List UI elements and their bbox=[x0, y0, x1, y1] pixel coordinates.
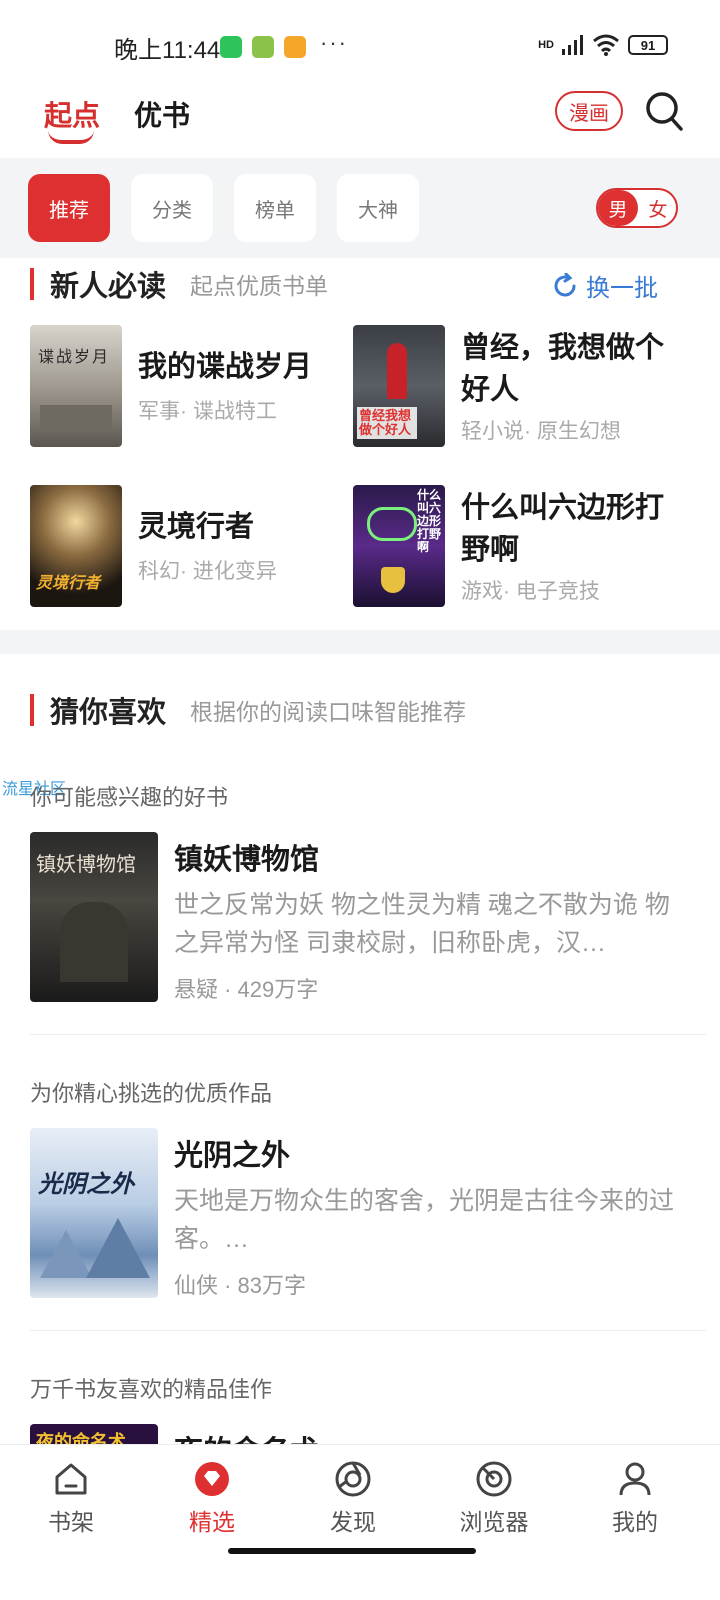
tab-qidian[interactable]: 起点 bbox=[44, 94, 100, 134]
browser-icon bbox=[476, 1461, 512, 1497]
book-meta: 悬疑 · 429万字 bbox=[174, 977, 319, 1002]
list-divider bbox=[30, 1330, 706, 1331]
home-indicator[interactable] bbox=[228, 1548, 476, 1554]
section-accent-bar bbox=[30, 268, 34, 300]
gender-toggle[interactable]: 男 女 bbox=[596, 188, 678, 228]
book-cover: 谍战岁月 bbox=[30, 325, 122, 447]
network-type-label: HD bbox=[538, 39, 554, 51]
book-title: 灵境行者 bbox=[138, 511, 255, 543]
book-meta: 科幻· 进化变异 bbox=[138, 560, 277, 583]
nav-label: 书架 bbox=[48, 1509, 94, 1535]
cover-title-art: 光阴之外 bbox=[38, 1171, 134, 1198]
bottom-nav: 书架 精选 发现 浏览器 我的 bbox=[0, 1444, 720, 1600]
guess-header: 猜你喜欢 根据你的阅读口味智能推荐 bbox=[30, 690, 466, 730]
list-divider bbox=[30, 1034, 706, 1035]
section-divider bbox=[0, 630, 720, 654]
cover-title-art: 谍战岁月 bbox=[38, 347, 111, 366]
book-cover: 光阴之外 bbox=[30, 1128, 158, 1298]
book-meta: 轻小说· 原生幻想 bbox=[461, 420, 621, 443]
refresh-icon bbox=[554, 272, 576, 296]
nav-featured[interactable]: 精选 bbox=[157, 1459, 267, 1537]
person-icon bbox=[619, 1462, 651, 1496]
nav-label: 发现 bbox=[330, 1509, 376, 1535]
chip-category[interactable]: 分类 bbox=[131, 174, 213, 242]
cover-title-art: 灵境行者 bbox=[36, 575, 101, 592]
gender-male-option[interactable]: 男 bbox=[598, 190, 638, 226]
wechat-notification-icon bbox=[220, 36, 242, 58]
nav-label: 浏览器 bbox=[459, 1509, 529, 1535]
cover-title-art: 曾经我想做个好人 bbox=[357, 407, 417, 439]
chip-master[interactable]: 大神 bbox=[337, 174, 419, 242]
section-title: 猜你喜欢 bbox=[50, 695, 167, 729]
book-title: 我的谍战岁月 bbox=[138, 351, 313, 383]
compass-icon bbox=[335, 1461, 371, 1497]
grid-book-3[interactable]: 灵境行者 灵境行者 科幻· 进化变异 bbox=[30, 485, 350, 615]
book-cover: 什么叫六边形打野啊 bbox=[353, 485, 445, 607]
signal-icon bbox=[562, 35, 583, 55]
status-indicators: HD 91 bbox=[538, 34, 668, 56]
section-title: 新人必读 bbox=[50, 269, 167, 303]
more-notifications-icon: ··· bbox=[320, 30, 348, 55]
rec-reason: 你可能感兴趣的好书 bbox=[30, 785, 229, 810]
section-accent-bar bbox=[30, 694, 34, 726]
grid-book-4[interactable]: 什么叫六边形打野啊 什么叫六边形打野啊 游戏· 电子竞技 bbox=[353, 485, 693, 615]
wifi-icon bbox=[593, 34, 619, 56]
gender-female-option[interactable]: 女 bbox=[640, 190, 676, 226]
diamond-icon bbox=[195, 1462, 229, 1496]
nav-bookshelf[interactable]: 书架 bbox=[16, 1459, 126, 1537]
book-title: 光阴之外 bbox=[174, 1140, 291, 1172]
book-title: 曾经，我想做个好人 bbox=[461, 332, 665, 406]
chip-ranking[interactable]: 榜单 bbox=[234, 174, 316, 242]
channel-bar: 推荐 分类 榜单 大神 男 女 bbox=[0, 158, 720, 258]
book-meta: 仙侠 · 83万字 bbox=[174, 1273, 307, 1298]
app-notification-icon bbox=[284, 36, 306, 58]
book-cover: 灵境行者 bbox=[30, 485, 122, 607]
book-title: 镇妖博物馆 bbox=[174, 844, 320, 876]
section-subtitle: 根据你的阅读口味智能推荐 bbox=[190, 699, 467, 725]
status-time: 晚上11:44 bbox=[114, 37, 221, 64]
download-notification-icon bbox=[252, 36, 274, 58]
app-header: 起点 优书 漫画 bbox=[0, 86, 720, 158]
tab-youshu[interactable]: 优书 bbox=[134, 94, 190, 134]
book-meta: 军事· 谍战特工 bbox=[138, 400, 277, 423]
grid-book-2[interactable]: 曾经我想做个好人 曾经，我想做个好人 轻小说· 原生幻想 bbox=[353, 325, 693, 455]
search-icon[interactable] bbox=[644, 90, 684, 132]
book-description: 天地是万物众生的客舍，光阴是古往今来的过客。… bbox=[174, 1187, 675, 1253]
comic-button[interactable]: 漫画 bbox=[555, 91, 623, 131]
section-subtitle: 起点优质书单 bbox=[190, 273, 329, 299]
nav-browser[interactable]: 浏览器 bbox=[439, 1459, 549, 1537]
rec-reason: 万千书友喜欢的精品佳作 bbox=[30, 1377, 273, 1402]
must-read-header: 新人必读 起点优质书单 bbox=[30, 264, 328, 304]
refresh-label: 换一批 bbox=[586, 275, 658, 302]
grid-book-1[interactable]: 谍战岁月 我的谍战岁月 军事· 谍战特工 bbox=[30, 325, 350, 455]
chip-recommend[interactable]: 推荐 bbox=[28, 174, 110, 242]
cover-title-art: 什么叫六边形打野啊 bbox=[417, 488, 442, 554]
nav-label: 我的 bbox=[612, 1509, 658, 1535]
home-icon bbox=[55, 1463, 87, 1495]
battery-indicator: 91 bbox=[628, 35, 668, 55]
book-description: 世之反常为妖 物之性灵为精 魂之不散为诡 物之异常为怪 司隶校尉，旧称卧虎，汉… bbox=[174, 891, 670, 957]
rec-reason: 为你精心挑选的优质作品 bbox=[30, 1081, 273, 1106]
cover-title-art: 镇妖博物馆 bbox=[36, 852, 136, 876]
book-cover: 曾经我想做个好人 bbox=[353, 325, 445, 447]
nav-label: 精选 bbox=[189, 1509, 235, 1535]
book-title: 什么叫六边形打野啊 bbox=[461, 492, 665, 566]
active-tab-indicator bbox=[48, 130, 94, 144]
refresh-button[interactable]: 换一批 bbox=[552, 268, 658, 303]
book-meta: 游戏· 电子竞技 bbox=[461, 580, 600, 603]
book-cover: 镇妖博物馆 bbox=[30, 832, 158, 1002]
nav-profile[interactable]: 我的 bbox=[580, 1459, 690, 1537]
status-bar: 晚上11:44 ··· HD 91 bbox=[0, 0, 720, 96]
nav-discover[interactable]: 发现 bbox=[298, 1459, 408, 1537]
